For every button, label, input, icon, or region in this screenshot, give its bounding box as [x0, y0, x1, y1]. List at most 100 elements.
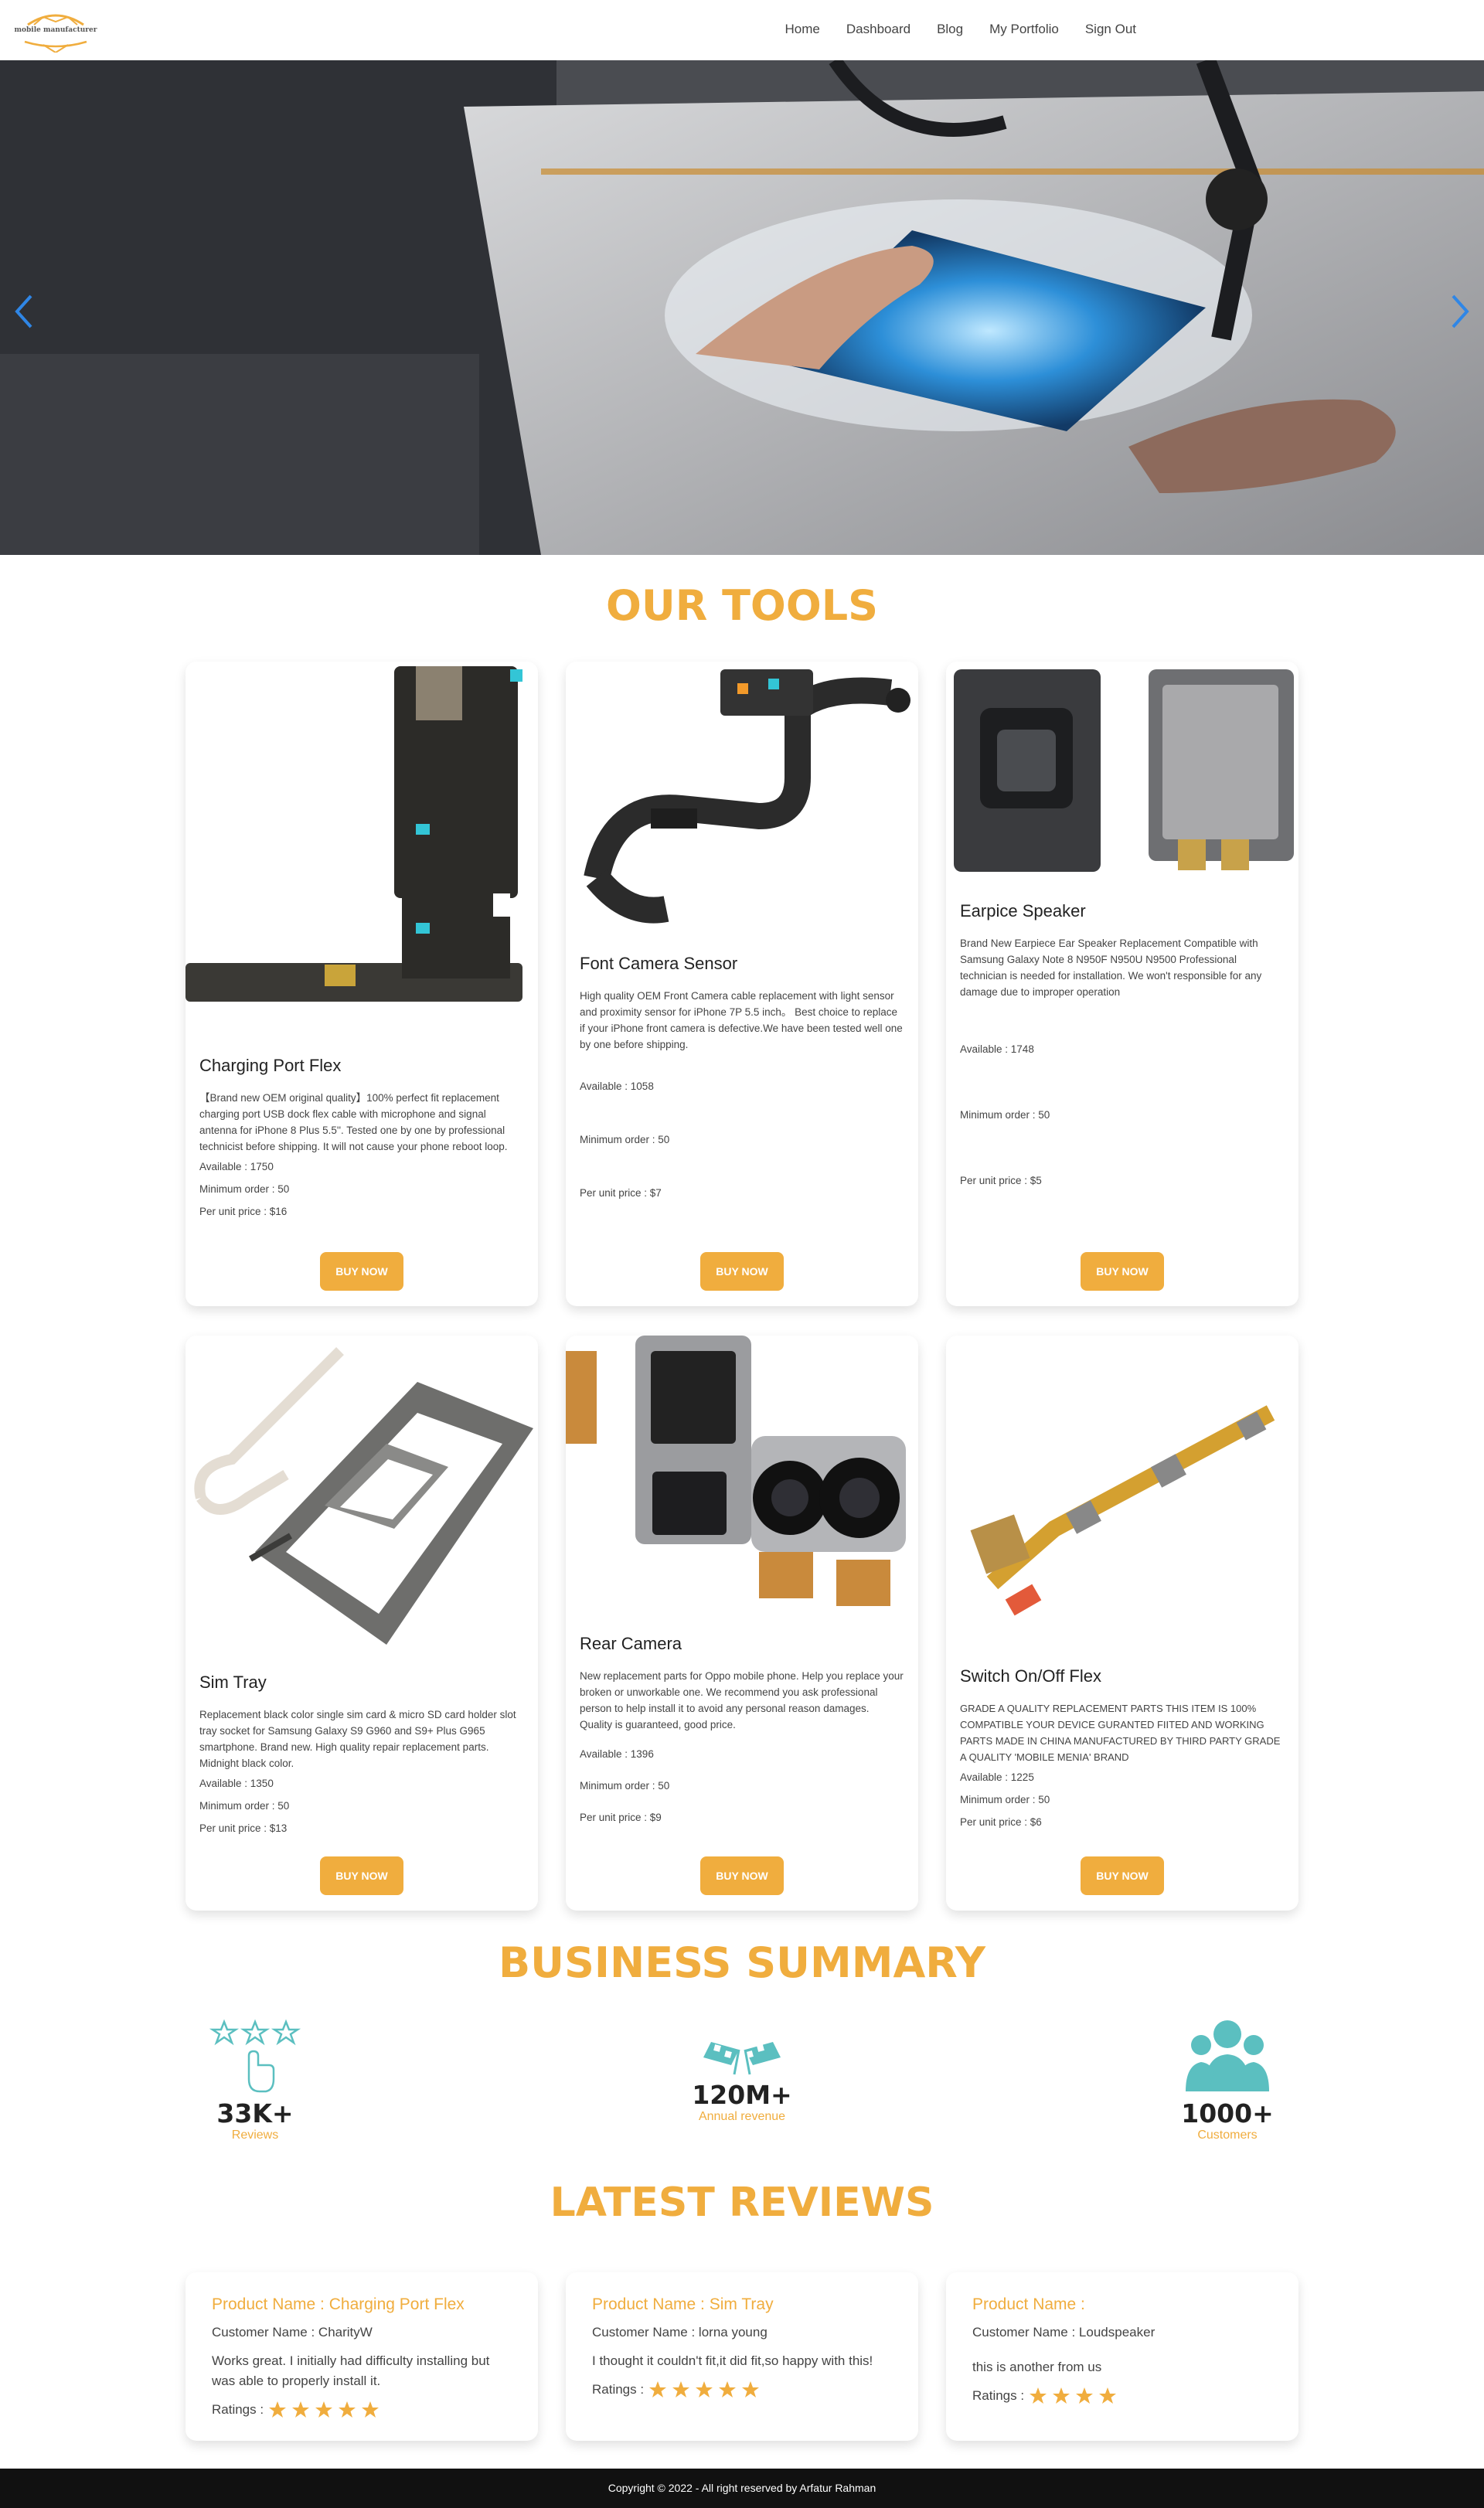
footer-copyright: Copyright © 2022 - All right reserved by… [608, 2482, 876, 2494]
summary-customers: 1000+ Customers [1181, 2017, 1274, 2142]
rating-star-icon [719, 2381, 737, 2397]
product-minimum-order: Minimum order : 50 [960, 1109, 1050, 1121]
nav-blog[interactable]: Blog [937, 22, 963, 37]
product-minimum-order: Minimum order : 50 [199, 1800, 290, 1812]
product-available: Available : 1748 [960, 1043, 1034, 1055]
rating-star-icon [339, 2401, 356, 2418]
summary-customers-label: Customers [1197, 2129, 1258, 2142]
rating-star-icon [1099, 2387, 1117, 2404]
product-name: Charging Port Flex [199, 1056, 342, 1075]
product-card: Font Camera Sensor High quality OEM Fron… [566, 662, 918, 1306]
product-image [954, 669, 1294, 872]
review-stars [648, 2380, 760, 2399]
review-text: Works great. I initially had difficulty … [212, 2353, 490, 2388]
review-card: Product Name : Sim Tray Customer Name : … [566, 2272, 918, 2441]
navbar: mobile manufacturer Home Dashboard Blog … [0, 0, 1484, 60]
review-product-name: Product Name : Sim Tray [592, 2295, 774, 2313]
product-price: Per unit price : $16 [199, 1206, 288, 1217]
checkered-flags-icon [703, 2042, 781, 2075]
product-name: Switch On/Off Flex [960, 1666, 1101, 1686]
buy-now-button[interactable]: BUY NOW [320, 1856, 403, 1895]
product-image [584, 669, 910, 924]
review-card: Product Name : Customer Name : Loudspeak… [946, 2272, 1298, 2441]
logo-text: mobile manufacturer [14, 26, 97, 34]
star-rating-hand-icon [209, 2019, 301, 2093]
chevron-left-icon [15, 294, 32, 328]
product-image [970, 1405, 1275, 1616]
review-ratings-label: Ratings : [972, 2388, 1025, 2403]
rating-star-icon [672, 2381, 690, 2397]
footer: Copyright © 2022 - All right reserved by… [0, 2469, 1484, 2508]
summary-title: BUSINESS SUMMARY [499, 1938, 985, 1987]
review-ratings: Ratings : [592, 2380, 892, 2399]
product-description: 【Brand new OEM original quality】100% per… [199, 1092, 508, 1152]
users-group-icon [1186, 2020, 1269, 2091]
review-ratings: Ratings : [972, 2387, 1272, 2405]
product-card: Earpice Speaker Brand New Earpiece Ear S… [946, 662, 1298, 1306]
chevron-right-icon [1452, 294, 1469, 328]
buy-now-button[interactable]: BUY NOW [700, 1856, 784, 1895]
nav-home[interactable]: Home [785, 22, 820, 37]
review-ratings-label: Ratings : [592, 2382, 645, 2397]
review-product-name: Product Name : Charging Port Flex [212, 2295, 465, 2313]
buy-now-button[interactable]: BUY NOW [1081, 1856, 1164, 1895]
nav-my-portfolio[interactable]: My Portfolio [989, 22, 1059, 37]
rating-star-icon [269, 2401, 287, 2418]
rating-star-icon [742, 2381, 760, 2397]
product-available: Available : 1750 [199, 1161, 274, 1172]
buy-now-button[interactable]: BUY NOW [320, 1252, 403, 1291]
product-description: Replacement black color single sim card … [199, 1709, 516, 1769]
product-available: Available : 1058 [580, 1080, 654, 1092]
rating-star-icon [696, 2381, 713, 2397]
summary-revenue: 120M+ Annual revenue [680, 2037, 804, 2124]
rating-star-icon [1053, 2387, 1070, 2404]
product-available: Available : 1225 [960, 1771, 1034, 1783]
review-customer-name: Customer Name : CharityW [212, 2325, 373, 2340]
carousel-next-button[interactable] [1445, 288, 1476, 335]
summary-customers-value: 1000+ [1181, 2098, 1274, 2129]
product-minimum-order: Minimum order : 50 [580, 1134, 670, 1145]
summary-reviews-value: 33K+ [216, 2098, 294, 2129]
product-name: Font Camera Sensor [580, 954, 738, 973]
product-card: Sim Tray Replacement black color single … [186, 1336, 538, 1911]
rating-star-icon [292, 2401, 310, 2418]
product-body: Rear Camera New replacement parts for Op… [580, 1634, 904, 1823]
product-name: Rear Camera [580, 1634, 682, 1653]
product-body: Earpice Speaker Brand New Earpiece Ear S… [960, 901, 1285, 1186]
summary-reviews: 33K+ Reviews [209, 2017, 301, 2142]
product-card: Charging Port Flex 【Brand new OEM origin… [186, 662, 538, 1306]
nav-dashboard[interactable]: Dashboard [846, 22, 910, 37]
product-description: GRADE A QUALITY REPLACEMENT PARTS THIS I… [960, 1703, 1281, 1763]
review-customer-name: Customer Name : lorna young [592, 2325, 768, 2340]
product-name: Sim Tray [199, 1673, 267, 1692]
product-image [186, 666, 522, 1002]
nav-links: Home Dashboard Blog My Portfolio Sign Ou… [785, 22, 1136, 37]
product-card: Switch On/Off Flex GRADE A QUALITY REPLA… [946, 1336, 1298, 1911]
rating-star-icon [362, 2401, 380, 2418]
product-description: New replacement parts for Oppo mobile ph… [580, 1670, 904, 1730]
summary-reviews-label: Reviews [231, 2129, 279, 2142]
summary-revenue-label: Annual revenue [698, 2110, 786, 2123]
buy-now-button[interactable]: BUY NOW [1081, 1252, 1164, 1291]
product-available: Available : 1396 [580, 1748, 654, 1760]
product-name: Earpice Speaker [960, 901, 1086, 921]
rating-star-icon [315, 2401, 333, 2418]
product-body: Charging Port Flex 【Brand new OEM origin… [199, 1056, 524, 1217]
carousel-prev-button[interactable] [8, 288, 39, 335]
product-price: Per unit price : $6 [960, 1816, 1042, 1828]
product-image [566, 1336, 906, 1606]
nav-sign-out[interactable]: Sign Out [1085, 22, 1136, 37]
hero-carousel [0, 60, 1484, 555]
buy-now-button[interactable]: BUY NOW [700, 1252, 784, 1291]
review-ratings-label: Ratings : [212, 2402, 264, 2417]
review-text: I thought it couldn't fit,it did fit,so … [592, 2353, 873, 2368]
review-stars [268, 2401, 380, 2419]
product-price: Per unit price : $7 [580, 1187, 662, 1199]
review-card: Product Name : Charging Port Flex Custom… [186, 2272, 538, 2441]
product-price: Per unit price : $5 [960, 1175, 1042, 1186]
hero-image [0, 60, 1484, 555]
review-product-name: Product Name : [972, 2295, 1085, 2313]
product-description: Brand New Earpiece Ear Speaker Replaceme… [960, 938, 1262, 998]
logo[interactable]: mobile manufacturer [12, 8, 99, 54]
review-ratings: Ratings : [212, 2401, 512, 2419]
